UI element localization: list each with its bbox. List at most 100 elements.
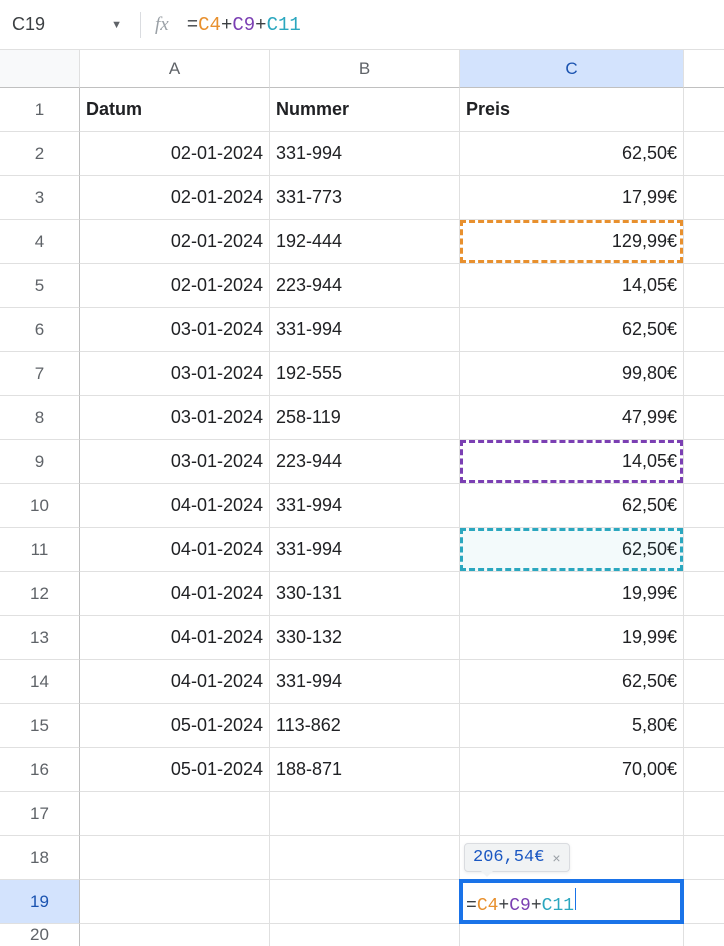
cell-A5[interactable]: 02-01-2024 [80, 264, 270, 308]
cell-B8[interactable]: 258-119 [270, 396, 460, 440]
cell-extra[interactable] [684, 924, 724, 946]
cell-A19[interactable] [80, 880, 270, 924]
row-header[interactable]: 1 [0, 88, 80, 132]
column-header-b[interactable]: B [270, 50, 460, 88]
row-header[interactable]: 5 [0, 264, 80, 308]
cell-B10[interactable]: 331-994 [270, 484, 460, 528]
cell-C19[interactable]: 206,54€×=C4+C9+C11 [460, 880, 684, 924]
row-header[interactable]: 4 [0, 220, 80, 264]
cell-C8[interactable]: 47,99€ [460, 396, 684, 440]
cell-extra[interactable] [684, 748, 724, 792]
cell-extra[interactable] [684, 264, 724, 308]
cell-A6[interactable]: 03-01-2024 [80, 308, 270, 352]
cell-B13[interactable]: 330-132 [270, 616, 460, 660]
cell-C4[interactable]: 129,99€ [460, 220, 684, 264]
cell-C2[interactable]: 62,50€ [460, 132, 684, 176]
cell-extra[interactable] [684, 132, 724, 176]
row-header[interactable]: 12 [0, 572, 80, 616]
cell-A20[interactable] [80, 924, 270, 946]
cell-B17[interactable] [270, 792, 460, 836]
cell-A15[interactable]: 05-01-2024 [80, 704, 270, 748]
cell-extra[interactable] [684, 880, 724, 924]
cell-extra[interactable] [684, 792, 724, 836]
cell-C3[interactable]: 17,99€ [460, 176, 684, 220]
row-header[interactable]: 10 [0, 484, 80, 528]
cell-C7[interactable]: 99,80€ [460, 352, 684, 396]
cell-B15[interactable]: 113-862 [270, 704, 460, 748]
cell-extra[interactable] [684, 396, 724, 440]
row-header[interactable]: 18 [0, 836, 80, 880]
cell-C15[interactable]: 5,80€ [460, 704, 684, 748]
name-box[interactable]: C19 ▼ [4, 14, 134, 35]
cell-B1[interactable]: Nummer [270, 88, 460, 132]
cell-A12[interactable]: 04-01-2024 [80, 572, 270, 616]
cell-B20[interactable] [270, 924, 460, 946]
cell-extra[interactable] [684, 704, 724, 748]
cell-A2[interactable]: 02-01-2024 [80, 132, 270, 176]
cell-B6[interactable]: 331-994 [270, 308, 460, 352]
cell-extra[interactable] [684, 616, 724, 660]
row-header[interactable]: 7 [0, 352, 80, 396]
cell-B4[interactable]: 192-444 [270, 220, 460, 264]
cell-extra[interactable] [684, 220, 724, 264]
cell-extra[interactable] [684, 572, 724, 616]
cell-C12[interactable]: 19,99€ [460, 572, 684, 616]
row-header[interactable]: 14 [0, 660, 80, 704]
close-icon[interactable]: × [552, 850, 560, 866]
cell-B5[interactable]: 223-944 [270, 264, 460, 308]
row-header[interactable]: 13 [0, 616, 80, 660]
cell-C11[interactable]: 62,50€ [460, 528, 684, 572]
cell-extra[interactable] [684, 440, 724, 484]
cell-A1[interactable]: Datum [80, 88, 270, 132]
cell-B12[interactable]: 330-131 [270, 572, 460, 616]
fx-icon[interactable]: fx [155, 14, 169, 36]
cell-A11[interactable]: 04-01-2024 [80, 528, 270, 572]
cell-B11[interactable]: 331-994 [270, 528, 460, 572]
cell-extra[interactable] [684, 308, 724, 352]
spreadsheet-grid[interactable]: ABC1DatumNummerPreis202-01-2024331-99462… [0, 50, 724, 946]
cell-C17[interactable] [460, 792, 684, 836]
cell-C13[interactable]: 19,99€ [460, 616, 684, 660]
cell-C5[interactable]: 14,05€ [460, 264, 684, 308]
cell-A18[interactable] [80, 836, 270, 880]
row-header[interactable]: 19 [0, 880, 80, 924]
cell-C14[interactable]: 62,50€ [460, 660, 684, 704]
cell-B9[interactable]: 223-944 [270, 440, 460, 484]
cell-extra[interactable] [684, 528, 724, 572]
row-header[interactable]: 11 [0, 528, 80, 572]
cell-B18[interactable] [270, 836, 460, 880]
row-header[interactable]: 16 [0, 748, 80, 792]
cell-editor[interactable]: =C4+C9+C11 [466, 888, 576, 916]
cell-A14[interactable]: 04-01-2024 [80, 660, 270, 704]
cell-A4[interactable]: 02-01-2024 [80, 220, 270, 264]
cell-A8[interactable]: 03-01-2024 [80, 396, 270, 440]
chevron-down-icon[interactable]: ▼ [111, 19, 122, 31]
cell-extra[interactable] [684, 836, 724, 880]
cell-C9[interactable]: 14,05€ [460, 440, 684, 484]
cell-B16[interactable]: 188-871 [270, 748, 460, 792]
cell-B19[interactable] [270, 880, 460, 924]
select-all-corner[interactable] [0, 50, 80, 88]
cell-A7[interactable]: 03-01-2024 [80, 352, 270, 396]
row-header[interactable]: 3 [0, 176, 80, 220]
column-header-extra[interactable] [684, 50, 724, 88]
cell-A13[interactable]: 04-01-2024 [80, 616, 270, 660]
cell-extra[interactable] [684, 88, 724, 132]
row-header[interactable]: 15 [0, 704, 80, 748]
cell-C10[interactable]: 62,50€ [460, 484, 684, 528]
cell-A3[interactable]: 02-01-2024 [80, 176, 270, 220]
cell-extra[interactable] [684, 484, 724, 528]
cell-extra[interactable] [684, 660, 724, 704]
row-header[interactable]: 20 [0, 924, 80, 946]
cell-A17[interactable] [80, 792, 270, 836]
cell-C16[interactable]: 70,00€ [460, 748, 684, 792]
cell-B7[interactable]: 192-555 [270, 352, 460, 396]
cell-A9[interactable]: 03-01-2024 [80, 440, 270, 484]
column-header-c[interactable]: C [460, 50, 684, 88]
row-header[interactable]: 8 [0, 396, 80, 440]
row-header[interactable]: 2 [0, 132, 80, 176]
column-header-a[interactable]: A [80, 50, 270, 88]
cell-B2[interactable]: 331-994 [270, 132, 460, 176]
cell-C20[interactable] [460, 924, 684, 946]
cell-C6[interactable]: 62,50€ [460, 308, 684, 352]
